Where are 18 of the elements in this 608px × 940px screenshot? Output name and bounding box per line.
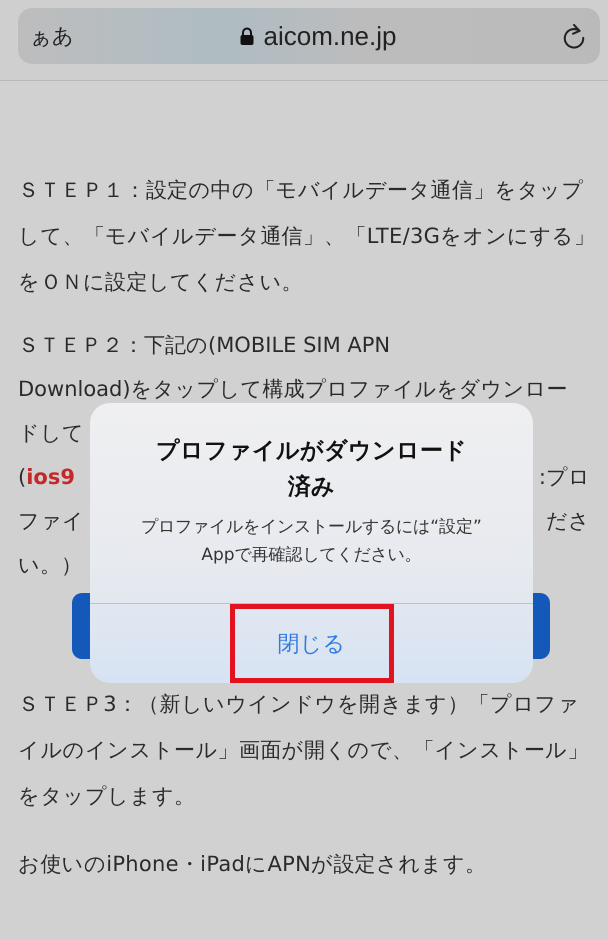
text-line: ドして <box>18 421 84 445</box>
address-bar[interactable]: ぁあ aicom.ne.jp <box>18 8 600 64</box>
paragraph: ＳＴＥＰ１：設定の中の「モバイルデータ通信」をタップして、「モバイルデータ通信」、「LTE/3Gをオンにする」をＯＮに設定してください。 <box>18 177 596 296</box>
text-line: ＳＴＥＰ２：下記の(MOBILE SIM APN <box>18 333 390 357</box>
paragraph: お使いのiPhone・iPadにAPNが設定されます。 <box>18 851 488 878</box>
dialog-message: プロファイルをインストールするには“設定” Appで再確認してください。 <box>140 516 483 567</box>
text-line: い。） <box>18 553 82 577</box>
paragraph: ＳＴＥＰ3：（新しいウインドウを開きます）「プロファイルのインストール」画面が開くので、「インストール」をタップします。 <box>18 691 590 810</box>
text-size-button[interactable]: ぁあ <box>30 22 74 50</box>
text-line: ( <box>18 465 26 489</box>
url-text: aicom.ne.jp <box>264 20 396 52</box>
text-line: :プロ <box>538 464 590 491</box>
text-line: Download)をタップして構成プロファイルをダウンロー <box>18 377 568 401</box>
text-line: ファイ <box>18 509 84 533</box>
dialog-title: プロファイルがダウンロード済み <box>155 437 468 502</box>
reload-icon[interactable] <box>562 23 586 49</box>
text-line: ださ <box>546 508 590 535</box>
link[interactable]: ios9 <box>26 465 75 489</box>
